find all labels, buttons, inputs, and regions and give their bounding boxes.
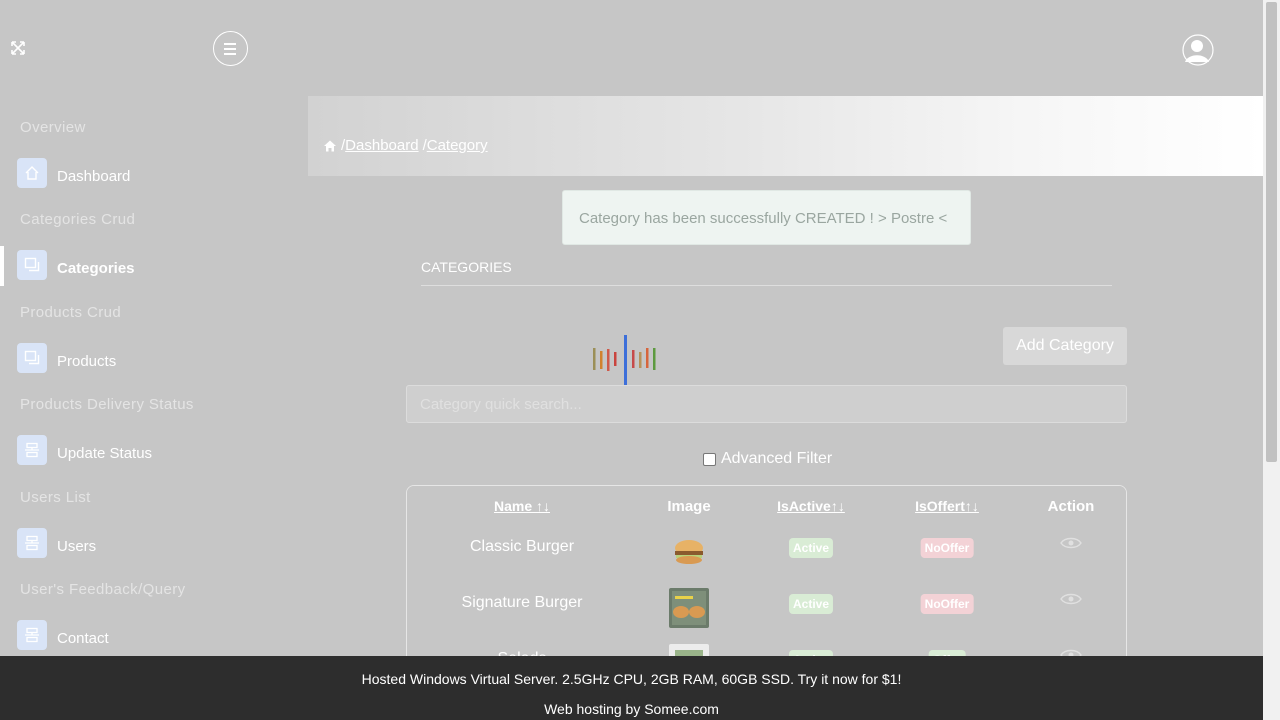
offer-badge: NoOffer (920, 594, 974, 614)
list-icon (17, 528, 47, 558)
success-alert: Category has been successfully CREATED !… (562, 190, 971, 245)
expand-icon[interactable] (9, 40, 26, 57)
list-icon (17, 435, 47, 465)
view-eye-icon[interactable] (1060, 592, 1082, 606)
isoffert-column-header[interactable]: IsOffert↑↓ (915, 498, 979, 514)
sidebar-item-label: Categories (57, 260, 135, 277)
web-hosting-link[interactable]: Web hosting by Somee.com (0, 701, 1263, 717)
sidebar-section-title: User's Feedback/Query (20, 581, 186, 598)
sidebar-item-label: Products (57, 353, 117, 370)
offer-badge: NoOffer (920, 538, 974, 558)
add-category-button[interactable]: Add Category (1003, 327, 1127, 365)
sidebar-item-products[interactable]: Products (0, 343, 280, 383)
sidebar-item-update-status[interactable]: Update Status (0, 435, 280, 475)
table-header: Name ↑↓ Image IsActive↑↓ IsOffert↑↓ Acti… (407, 486, 1126, 526)
sidebar-item-label: Users (57, 538, 97, 555)
top-bar (0, 0, 1263, 96)
sidebar-section-title: Products Delivery Status (20, 396, 194, 413)
divider (421, 285, 1112, 286)
breadcrumb-banner (308, 96, 1263, 176)
sidebar-item-label: Dashboard (57, 168, 131, 185)
breadcrumb-dashboard-link[interactable]: Dashboard (345, 137, 418, 154)
sidebar-item-contact[interactable]: Contact (0, 620, 280, 660)
sidebar-item-label: Update Status (57, 445, 153, 462)
user-avatar-icon[interactable] (1182, 34, 1214, 66)
category-image (669, 588, 709, 628)
sidebar: Overview Dashboard Categories Crud Categ… (0, 96, 280, 656)
hosting-ad-bar: Hosted Windows Virtual Server. 2.5GHz CP… (0, 656, 1263, 720)
copy-icon (17, 250, 47, 280)
category-image (669, 532, 709, 572)
action-column-header: Action (1047, 498, 1095, 515)
page-scrollbar[interactable] (1263, 0, 1280, 720)
view-eye-icon[interactable] (1060, 536, 1082, 550)
loading-spinner-icon (593, 335, 656, 385)
home-icon[interactable] (323, 139, 337, 153)
sidebar-item-dashboard[interactable]: Dashboard (0, 158, 280, 198)
sidebar-section-title: Users List (20, 489, 91, 506)
breadcrumb: / Dashboard / Category (323, 137, 488, 154)
hamburger-menu-icon[interactable] (213, 31, 248, 66)
breadcrumb-category-link[interactable]: Category (427, 137, 488, 154)
scrollbar-thumb[interactable] (1266, 2, 1277, 462)
advanced-filter-label: Advanced Filter (721, 450, 833, 467)
sidebar-item-label: Contact (57, 630, 109, 647)
status-badge: Active (788, 594, 834, 614)
home-icon (17, 158, 47, 188)
list-icon (17, 620, 47, 650)
category-search-input[interactable] (406, 385, 1127, 423)
name-column-header[interactable]: Name ↑↓ (494, 498, 550, 514)
advanced-filter-checkbox[interactable] (703, 452, 716, 466)
sidebar-item-categories[interactable]: Categories (0, 246, 280, 290)
isactive-column-header[interactable]: IsActive↑↓ (777, 498, 845, 514)
table-row: Classic Burger Active NoOffer (407, 526, 1126, 582)
sidebar-section-title: Categories Crud (20, 211, 136, 228)
sidebar-section-title: Products Crud (20, 304, 122, 321)
copy-icon (17, 343, 47, 373)
image-column-header: Image (667, 498, 711, 515)
sidebar-section-title: Overview (20, 119, 86, 136)
status-badge: Active (788, 538, 834, 558)
category-search-field[interactable] (407, 386, 1126, 422)
category-name: Signature Burger (461, 594, 583, 611)
table-row: Signature Burger Active NoOffer (407, 582, 1126, 638)
sidebar-item-users[interactable]: Users (0, 528, 280, 568)
category-name: Classic Burger (469, 538, 575, 555)
alert-message: Category has been successfully CREATED !… (579, 210, 948, 227)
hosting-ad-link[interactable]: Hosted Windows Virtual Server. 2.5GHz CP… (0, 671, 1263, 687)
advanced-filter-toggle[interactable]: Advanced Filter (703, 450, 832, 468)
page-title: CATEGORIES (421, 259, 512, 275)
